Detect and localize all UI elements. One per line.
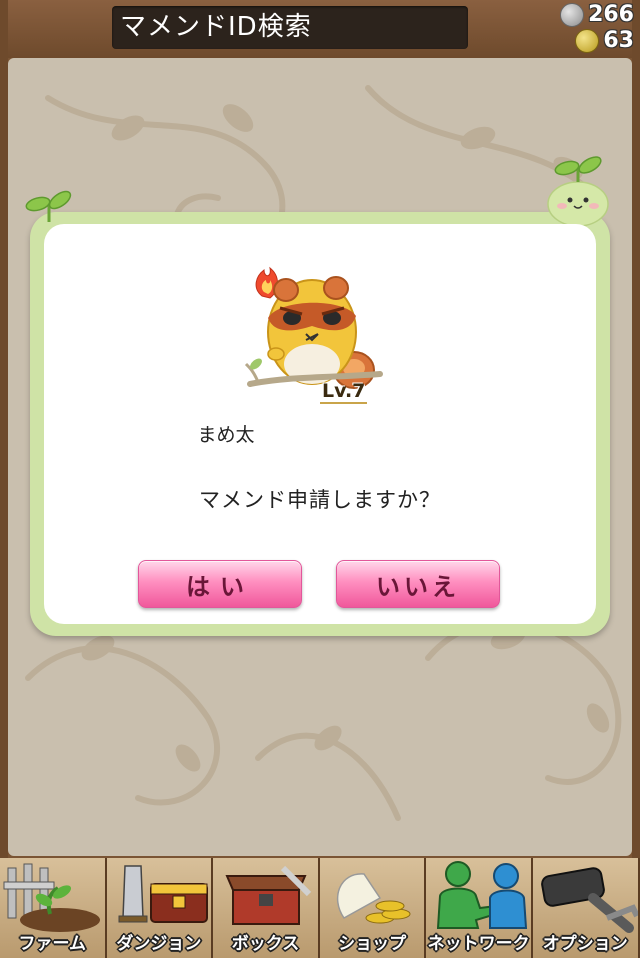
gold-coin-counter: 63: [575, 28, 634, 53]
character-level: Lv.7: [320, 380, 368, 404]
menu-farm-label: ファーム: [18, 934, 87, 954]
silver-coin-icon: [560, 2, 585, 27]
friend-request-dialog: Lv.7 まめ太 マメンド申請しますか？ はい いいえ: [25, 156, 610, 636]
character-name: まめ太: [197, 424, 255, 446]
no-button[interactable]: いいえ: [336, 560, 500, 608]
character-name-row: まめ太: [44, 420, 596, 447]
frame-left: [0, 0, 8, 860]
bottom-menu: ファーム ダンジョン ボックス ショップ ネットワーク オプション: [0, 858, 640, 958]
menu-dungeon[interactable]: ダンジョン: [106, 858, 214, 958]
frame-right: [632, 0, 640, 860]
menu-options-label: オプション: [542, 934, 628, 954]
menu-network[interactable]: ネットワーク: [426, 858, 533, 958]
menu-box-label: ボックス: [231, 934, 300, 954]
dialog-content: Lv.7 まめ太 マメンド申請しますか？ はい いいえ: [44, 224, 596, 624]
yes-button[interactable]: はい: [138, 560, 302, 608]
confirm-question: マメンド申請しますか？: [199, 488, 441, 512]
menu-network-label: ネットワーク: [427, 934, 530, 954]
leaf-sprout-icon: [25, 190, 72, 222]
menu-farm[interactable]: ファーム: [0, 858, 107, 958]
menu-shop[interactable]: ショップ: [319, 858, 427, 958]
menu-box[interactable]: ボックス: [213, 858, 320, 958]
mascot-sprout-icon: [547, 156, 609, 226]
silver-coin-count: 266: [588, 2, 634, 27]
gold-coin-count: 63: [603, 28, 634, 53]
page-title: マメンドID検索: [112, 6, 468, 49]
silver-coin-counter: 266: [560, 2, 634, 27]
gold-coin-icon: [575, 28, 600, 53]
menu-options[interactable]: オプション: [532, 858, 640, 958]
menu-dungeon-label: ダンジョン: [116, 934, 202, 954]
menu-shop-label: ショップ: [338, 934, 407, 954]
